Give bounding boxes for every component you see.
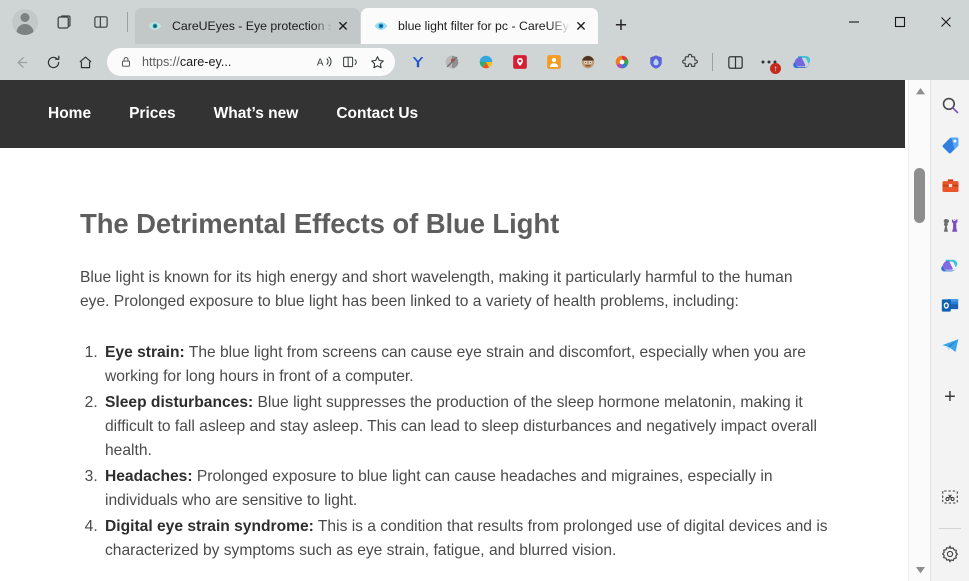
split-screen-icon[interactable]: [84, 5, 118, 39]
search-icon[interactable]: [935, 90, 965, 120]
list-item: Headaches: Prolonged exposure to blue li…: [102, 465, 840, 514]
tab-strip: CareUEyes - Eye protection softw ✕ blue …: [0, 0, 969, 44]
tab-close-button[interactable]: ✕: [332, 15, 354, 37]
tab-close-button[interactable]: ✕: [570, 15, 592, 37]
colorful-extension-icon[interactable]: [471, 47, 501, 77]
lock-icon: [119, 55, 133, 69]
page-viewport: Home Prices What’s new Contact Us The De…: [0, 80, 930, 581]
sidebar-divider: [939, 528, 961, 529]
update-badge: ↑: [770, 63, 781, 74]
maximize-button[interactable]: [877, 0, 923, 44]
site-navigation: Home Prices What’s new Contact Us: [0, 80, 905, 148]
list-item: Sleep disturbances: Blue light suppresse…: [102, 391, 840, 464]
site-nav-item-home[interactable]: Home: [48, 105, 91, 123]
scrollbar-thumb[interactable]: [914, 168, 925, 223]
outlook-icon[interactable]: [935, 290, 965, 320]
split-screen-button[interactable]: [720, 47, 750, 77]
lastpass-extension-icon[interactable]: [539, 47, 569, 77]
immersive-reader-icon[interactable]: [338, 50, 364, 74]
list-item: Digital eye strain syndrome: This is a c…: [102, 515, 840, 564]
tab-title: blue light filter for pc - CareUEye: [398, 19, 570, 33]
avatar-extension-icon[interactable]: [573, 47, 603, 77]
grayscale-extension-icon[interactable]: [437, 47, 467, 77]
eye-icon: [372, 18, 389, 35]
tab-title: CareUEyes - Eye protection softw: [172, 19, 332, 33]
browser-tab-active[interactable]: blue light filter for pc - CareUEye ✕: [361, 8, 598, 44]
scroll-down-arrow-icon[interactable]: [909, 561, 931, 579]
site-nav-item-contact-us[interactable]: Contact Us: [336, 105, 418, 123]
browser-window: CareUEyes - Eye protection softw ✕ blue …: [0, 0, 969, 581]
page-title: The Detrimental Effects of Blue Light: [80, 208, 560, 239]
eye-icon: [146, 18, 163, 35]
url-text: https://care-ey...: [142, 55, 232, 69]
puzzle-extensions-icon[interactable]: [675, 47, 705, 77]
yandex-extension-icon[interactable]: [403, 47, 433, 77]
tabstrip-left-controls: [0, 0, 135, 44]
telegram-icon[interactable]: [935, 330, 965, 360]
shield-extension-icon[interactable]: [641, 47, 671, 77]
window-controls: [831, 0, 969, 44]
add-sidebar-app-button[interactable]: +: [935, 382, 965, 412]
back-button[interactable]: [5, 47, 37, 77]
address-bar[interactable]: https://care-ey... A: [107, 48, 395, 76]
effects-list: Eye strain: The blue light from screens …: [102, 341, 840, 564]
scroll-up-arrow-icon[interactable]: [909, 82, 931, 100]
copilot-button[interactable]: [788, 47, 818, 77]
browser-toolbar: https://care-ey... A ↑: [0, 44, 969, 80]
copilot-icon[interactable]: [935, 250, 965, 280]
page-scrollbar[interactable]: [908, 80, 930, 581]
site-nav-item-prices[interactable]: Prices: [129, 105, 176, 123]
avatar: [12, 9, 38, 35]
new-tab-button[interactable]: +: [605, 10, 637, 42]
list-item-text: Prolonged exposure to blue light can cau…: [105, 467, 773, 510]
list-item-term: Sleep disturbances:: [105, 393, 254, 411]
list-item-term: Headaches:: [105, 467, 193, 485]
games-chess-icon[interactable]: [935, 210, 965, 240]
extensions-row: ↑: [401, 47, 820, 77]
article-content: The Detrimental Effects of Blue Light Bl…: [0, 208, 930, 563]
browser-tab[interactable]: CareUEyes - Eye protection softw ✕: [135, 8, 360, 44]
list-item-term: Digital eye strain syndrome:: [105, 517, 314, 535]
colorzilla-extension-icon[interactable]: [607, 47, 637, 77]
list-item: Eye strain: The blue light from screens …: [102, 341, 840, 390]
settings-and-more-button[interactable]: ↑: [754, 47, 784, 77]
toolbar-divider: [712, 53, 713, 71]
favorite-star-icon[interactable]: [364, 50, 390, 74]
tabs-container: CareUEyes - Eye protection softw ✕ blue …: [135, 0, 637, 44]
tabstrip-divider: [127, 12, 128, 32]
profile-button[interactable]: [8, 5, 42, 39]
home-button[interactable]: [69, 47, 101, 77]
settings-gear-icon[interactable]: [935, 539, 965, 569]
edge-sidebar: +: [930, 80, 969, 581]
shopping-tag-icon[interactable]: [935, 130, 965, 160]
svg-text:A: A: [317, 57, 324, 68]
list-item-text: The blue light from screens can cause ey…: [105, 343, 806, 386]
customize-sidebar-icon[interactable]: [935, 482, 965, 512]
close-button[interactable]: [923, 0, 969, 44]
tab-collections-icon[interactable]: [46, 5, 80, 39]
minimize-button[interactable]: [831, 0, 877, 44]
tools-briefcase-icon[interactable]: [935, 170, 965, 200]
read-aloud-icon[interactable]: A: [312, 50, 338, 74]
ghostery-extension-icon[interactable]: [505, 47, 535, 77]
list-item-term: Eye strain:: [105, 343, 185, 361]
intro-paragraph: Blue light is known for its high energy …: [80, 269, 793, 311]
site-nav-item-whats-new[interactable]: What’s new: [214, 105, 299, 123]
refresh-button[interactable]: [37, 47, 69, 77]
